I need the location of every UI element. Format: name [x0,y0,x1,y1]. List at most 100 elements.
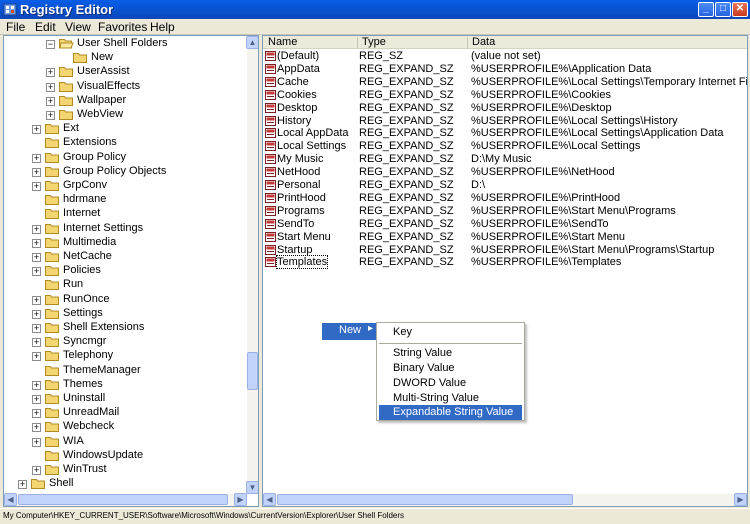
expand-icon[interactable]: + [32,466,41,475]
close-button[interactable]: ✕ [732,2,748,17]
tree-item[interactable]: + Webcheck [4,420,247,434]
menu-help[interactable]: Help [150,20,175,34]
tree-item[interactable]: + Telephony [4,349,247,363]
tree-item[interactable]: + Shell [4,477,247,491]
menu-item-string-value[interactable]: String Value [379,346,522,361]
value-row[interactable]: History REG_EXPAND_SZ %USERPROFILE%\Local … [263,115,747,128]
expand-icon[interactable]: + [32,125,41,135]
tree-hscroll-thumb[interactable] [18,494,228,505]
tree-item[interactable]: + WinTrust [4,463,247,477]
expand-icon[interactable]: + [32,295,41,305]
value-row[interactable]: Start Menu REG_EXPAND_SZ %USERPROFILE%\Sta… [263,231,747,244]
tree-item[interactable]: − User Shell Folders [4,37,247,51]
scroll-left-icon[interactable]: ◀ [263,493,276,506]
value-row[interactable]: Programs REG_EXPAND_SZ %USERPROFILE%\Start… [263,205,747,218]
tree-item[interactable]: + Group Policy Objects [4,165,247,179]
expand-icon[interactable]: + [32,182,41,191]
value-row[interactable]: My Music REG_EXPAND_SZ D:\My Music [263,153,747,166]
tree-item[interactable]: + UnreadMail [4,406,247,420]
tree-item[interactable]: + Internet Settings [4,222,247,236]
expand-icon[interactable]: + [32,153,41,163]
menu-favorites[interactable]: Favorites [98,20,147,34]
value-row[interactable]: PrintHood REG_EXPAND_SZ %USERPROFILE%\Prin… [263,192,747,205]
expand-icon[interactable]: + [46,111,55,120]
tree-item[interactable]: + Policies [4,264,247,278]
menu-view[interactable]: View [65,20,91,34]
menu-item-binary-value[interactable]: Binary Value [379,361,522,376]
expand-icon[interactable]: + [46,96,55,106]
tree-item[interactable]: + RunOnce [4,293,247,307]
title-bar[interactable]: Registry Editor _ □ ✕ [0,0,750,19]
tree-item[interactable]: + Group Policy [4,151,247,165]
value-row[interactable]: Startup REG_EXPAND_SZ %USERPROFILE%\Start … [263,244,747,257]
expand-icon[interactable]: + [46,68,55,78]
scroll-right-icon[interactable]: ▶ [234,493,247,506]
expand-icon[interactable]: + [32,437,41,447]
tree-item[interactable]: + Settings [4,307,247,321]
menu-file[interactable]: File [6,20,25,34]
menu-item-key[interactable]: Key [379,325,522,340]
expand-icon[interactable]: + [32,238,41,248]
value-row[interactable]: Local Settings REG_EXPAND_SZ %USERPROFILE%… [263,140,747,153]
tree-item[interactable]: hdrmane [4,193,247,207]
expand-icon[interactable]: + [32,409,41,419]
value-row[interactable]: Desktop REG_EXPAND_SZ %USERPROFILE%\Deskto… [263,102,747,115]
value-row[interactable]: Personal REG_EXPAND_SZ D:\ [263,179,747,192]
expand-icon[interactable]: + [32,324,41,333]
tree-item[interactable]: + Wallpaper [4,94,247,108]
new-submenu-parent[interactable]: New ▸ [322,323,378,340]
scroll-right-icon[interactable]: ▶ [734,493,747,506]
value-row[interactable]: Templates REG_EXPAND_SZ %USERPROFILE%\Temp… [263,255,747,270]
maximize-button[interactable]: □ [715,2,731,17]
tree-scroll-thumb[interactable] [247,352,258,390]
tree-horizontal-scrollbar[interactable]: ◀ ▶ [4,493,247,506]
tree-item[interactable]: + WIA [4,435,247,449]
expand-icon[interactable]: + [32,352,41,362]
value-row[interactable]: AppData REG_EXPAND_SZ %USERPROFILE%\Applic… [263,63,747,76]
tree-item[interactable]: + Uninstall [4,392,247,406]
menu-edit[interactable]: Edit [35,20,56,34]
tree-item[interactable]: + GrpConv [4,179,247,193]
tree-vertical-scrollbar[interactable]: ▲ ▼ [246,36,258,494]
value-row[interactable]: Cache REG_EXPAND_SZ %USERPROFILE%\Local Se… [263,76,747,89]
tree-item[interactable]: Extensions [4,136,247,150]
value-row[interactable]: Cookies REG_EXPAND_SZ %USERPROFILE%\Cookie… [263,89,747,102]
tree-item[interactable]: ThemeManager [4,364,247,378]
tree-item[interactable]: Run [4,278,247,292]
tree-item[interactable]: + UserAssist [4,65,247,79]
expand-icon[interactable]: + [46,82,55,92]
column-type-header[interactable]: Type [362,36,386,48]
tree-item[interactable]: + WebView [4,108,247,122]
expand-icon[interactable]: + [18,480,27,490]
tree-item[interactable]: + Themes [4,378,247,392]
expand-icon[interactable]: + [32,253,41,262]
minimize-button[interactable]: _ [698,2,714,17]
column-name-header[interactable]: Name [268,36,297,48]
values-hscroll-thumb[interactable] [277,494,573,505]
expand-icon[interactable]: + [32,395,41,404]
scroll-up-icon[interactable]: ▲ [246,36,258,49]
collapse-icon[interactable]: − [46,40,55,49]
menu-item-multi-string-value[interactable]: Multi-String Value [379,391,522,406]
column-data-header[interactable]: Data [472,36,495,48]
value-row[interactable]: (Default) REG_SZ (value not set) [263,50,747,63]
value-row[interactable]: NetHood REG_EXPAND_SZ %USERPROFILE%\NetHoo… [263,166,747,179]
expand-icon[interactable]: + [32,167,41,177]
tree-item[interactable]: + Ext [4,122,247,136]
expand-icon[interactable]: + [32,309,41,319]
value-row[interactable]: Local AppData REG_EXPAND_SZ %USERPROFILE%\… [263,127,747,140]
tree-item[interactable]: + Multimedia [4,236,247,250]
tree-item[interactable]: + VisualEffects [4,80,247,94]
tree-item[interactable]: Internet [4,207,247,221]
tree-item[interactable]: + Syncmgr [4,335,247,349]
scroll-down-icon[interactable]: ▼ [246,481,258,494]
expand-icon[interactable]: + [32,423,41,433]
menu-item-expandable-string-value[interactable]: Expandable String Value [379,405,522,420]
menu-item-dword-value[interactable]: DWORD Value [379,376,522,391]
scroll-left-icon[interactable]: ◀ [4,493,17,506]
tree-item[interactable]: + Shell Extensions [4,321,247,335]
tree-item[interactable]: WindowsUpdate [4,449,247,463]
value-row[interactable]: SendTo REG_EXPAND_SZ %USERPROFILE%\SendTo [263,218,747,231]
tree-item[interactable]: New [4,51,247,65]
expand-icon[interactable]: + [32,380,41,390]
